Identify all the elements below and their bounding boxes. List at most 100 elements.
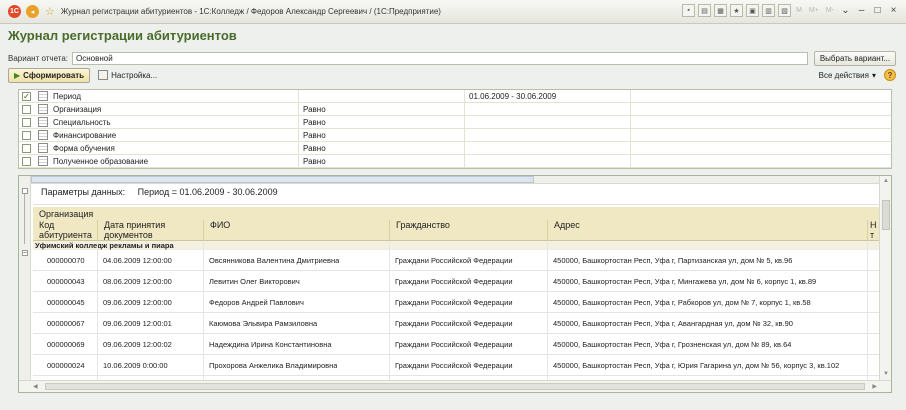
- filter-row[interactable]: Полученное образование Равно: [19, 155, 891, 168]
- divider: [33, 204, 879, 205]
- save-icon[interactable]: ▪: [682, 4, 696, 17]
- cell-code: 000000069: [47, 340, 85, 349]
- cell-citizenship: Граждани Российской Федерации: [395, 340, 513, 349]
- filter-operator[interactable]: Равно: [303, 157, 326, 166]
- filter-row[interactable]: Организация Равно: [19, 103, 891, 116]
- group-row-organization[interactable]: Уфимский колледж рекламы и пиара: [33, 241, 883, 250]
- filter-name: Период: [53, 91, 82, 101]
- filter-operator[interactable]: Равно: [303, 118, 326, 127]
- cell-date: 09.06.2009 12:00:00: [103, 298, 172, 307]
- variant-row: Вариант отчета: Основной Выбрать вариант…: [8, 50, 896, 66]
- favorite-star-icon[interactable]: ☆: [45, 5, 55, 18]
- column-header-citizenship[interactable]: Гражданство: [389, 220, 547, 241]
- back-arrow-icon[interactable]: ◂: [26, 5, 39, 18]
- filter-checkbox[interactable]: ✓: [22, 91, 31, 101]
- chevron-down-icon: ▾: [871, 70, 876, 80]
- memory-m-button[interactable]: M: [796, 7, 802, 14]
- calendar-icon[interactable]: ▧: [778, 4, 792, 17]
- column-divider: [630, 155, 631, 168]
- history-icon[interactable]: ▣: [746, 4, 760, 17]
- variant-field[interactable]: Основной: [72, 51, 808, 65]
- filter-row[interactable]: ✓ Период 01.06.2009 - 30.06.2009: [19, 90, 891, 103]
- group-header-organization: Организация: [39, 209, 94, 219]
- scroll-left-icon[interactable]: ◀: [33, 383, 38, 390]
- report-area: – Параметры данных: Период = 01.06.2009 …: [18, 175, 892, 393]
- generate-label: Сформировать: [23, 70, 85, 80]
- cell-date: 04.06.2009 12:00:00: [103, 256, 172, 265]
- cell-fio: Овсянникова Валентина Дмитриевна: [209, 256, 340, 265]
- filter-checkbox[interactable]: [22, 104, 31, 114]
- filter-row[interactable]: Форма обучения Равно: [19, 142, 891, 155]
- play-icon: ▶: [14, 70, 21, 80]
- scroll-down-icon[interactable]: ▼: [882, 371, 890, 379]
- calculator-icon[interactable]: ▥: [762, 4, 776, 17]
- print-icon[interactable]: ▤: [698, 4, 712, 17]
- field-icon: [38, 130, 48, 140]
- table-row[interactable]: 000000070 04.06.2009 12:00:00 Овсянникова …: [33, 250, 883, 271]
- cell-code: 000000043: [47, 277, 85, 286]
- cell-address: 450000, Башкортостан Респ, Уфа г, Мингаж…: [553, 277, 817, 286]
- column-header-fio[interactable]: ФИО: [203, 220, 389, 241]
- filter-row[interactable]: Специальность Равно: [19, 116, 891, 129]
- column-header-address[interactable]: Адрес: [547, 220, 867, 241]
- memory-plus-button[interactable]: M+: [809, 7, 819, 14]
- scroll-up-icon[interactable]: ▲: [882, 178, 890, 186]
- collapse-group-icon[interactable]: –: [22, 250, 28, 256]
- column-divider: [298, 116, 299, 129]
- vertical-scrollbar[interactable]: ▲ ▼: [879, 176, 891, 381]
- column-header-date[interactable]: Дата принятия документов: [97, 220, 203, 241]
- cell-date: 08.06.2009 12:00:00: [103, 277, 172, 286]
- filter-name: Специальность: [53, 117, 111, 127]
- table-row[interactable]: 000000043 08.06.2009 12:00:00 Левитин Олег…: [33, 271, 883, 292]
- cell-date: 09.06.2009 12:00:01: [103, 319, 172, 328]
- column-divider: [298, 129, 299, 142]
- horizontal-scrollbar[interactable]: ◀ ▶: [19, 380, 891, 392]
- variant-label: Вариант отчета:: [8, 53, 68, 63]
- column-divider: [630, 116, 631, 129]
- table-row[interactable]: 000000069 09.06.2009 12:00:02 Надеждина Ир…: [33, 334, 883, 355]
- horizontal-scroll-thumb[interactable]: [45, 383, 865, 390]
- filter-operator[interactable]: Равно: [303, 144, 326, 153]
- maximize-icon[interactable]: □: [871, 5, 884, 16]
- report-toolbar: ▶ Сформировать Настройка... Все действия…: [8, 67, 896, 83]
- column-header-date-line1: Дата принятия: [104, 220, 166, 230]
- help-icon[interactable]: ?: [884, 69, 896, 81]
- preview-icon[interactable]: ▦: [714, 4, 728, 17]
- close-icon[interactable]: ×: [887, 5, 900, 16]
- memory-minus-button[interactable]: M-: [826, 7, 834, 14]
- minimize-icon[interactable]: –: [855, 5, 868, 16]
- filter-row[interactable]: Финансирование Равно: [19, 129, 891, 142]
- column-divider: [298, 103, 299, 116]
- column-headers: Код абитуриента Дата принятия документов…: [33, 220, 883, 241]
- group-level-ruler: [19, 176, 879, 184]
- filter-checkbox[interactable]: [22, 156, 31, 166]
- table-row[interactable]: 000000024 10.06.2009 0:00:00 Прохорова Анж…: [33, 355, 883, 376]
- vertical-scroll-thumb[interactable]: [882, 200, 890, 230]
- cell-citizenship: Граждани Российской Федерации: [395, 256, 513, 265]
- filter-checkbox[interactable]: [22, 130, 31, 140]
- column-header-code[interactable]: Код абитуриента: [33, 220, 97, 241]
- filter-checkbox[interactable]: [22, 117, 31, 127]
- dropdown-icon[interactable]: ⌄: [839, 5, 852, 16]
- select-variant-button[interactable]: Выбрать вариант...: [814, 50, 896, 66]
- column-divider: [464, 129, 465, 142]
- collapse-params-icon[interactable]: [22, 188, 28, 194]
- settings-button[interactable]: Настройка...: [98, 70, 157, 80]
- filter-name: Финансирование: [53, 130, 117, 140]
- table-row[interactable]: 000000045 09.06.2009 12:00:00 Федоров Андр…: [33, 292, 883, 313]
- filter-operator[interactable]: Равно: [303, 131, 326, 140]
- cell-code: 000000024: [47, 361, 85, 370]
- settings-label: Настройка...: [111, 70, 158, 80]
- all-actions-menu[interactable]: Все действия ▾: [819, 71, 876, 80]
- params-label: Параметры данных:: [41, 187, 126, 197]
- filter-checkbox[interactable]: [22, 143, 31, 153]
- scroll-right-icon[interactable]: ▶: [872, 383, 877, 390]
- filter-value[interactable]: 01.06.2009 - 30.06.2009: [469, 92, 556, 101]
- filter-operator[interactable]: Равно: [303, 105, 326, 114]
- field-icon: [38, 143, 48, 153]
- table-row[interactable]: 000000067 09.06.2009 12:00:01 Каюмова Эльв…: [33, 313, 883, 334]
- generate-button[interactable]: ▶ Сформировать: [8, 67, 91, 83]
- favorites-icon[interactable]: ★: [730, 4, 744, 17]
- app-logo-icon[interactable]: 1С: [8, 5, 21, 18]
- title-bar-tools: ▪ ▤ ▦ ★ ▣ ▥ ▧ M M+ M- ⌄ – □ ×: [682, 4, 900, 17]
